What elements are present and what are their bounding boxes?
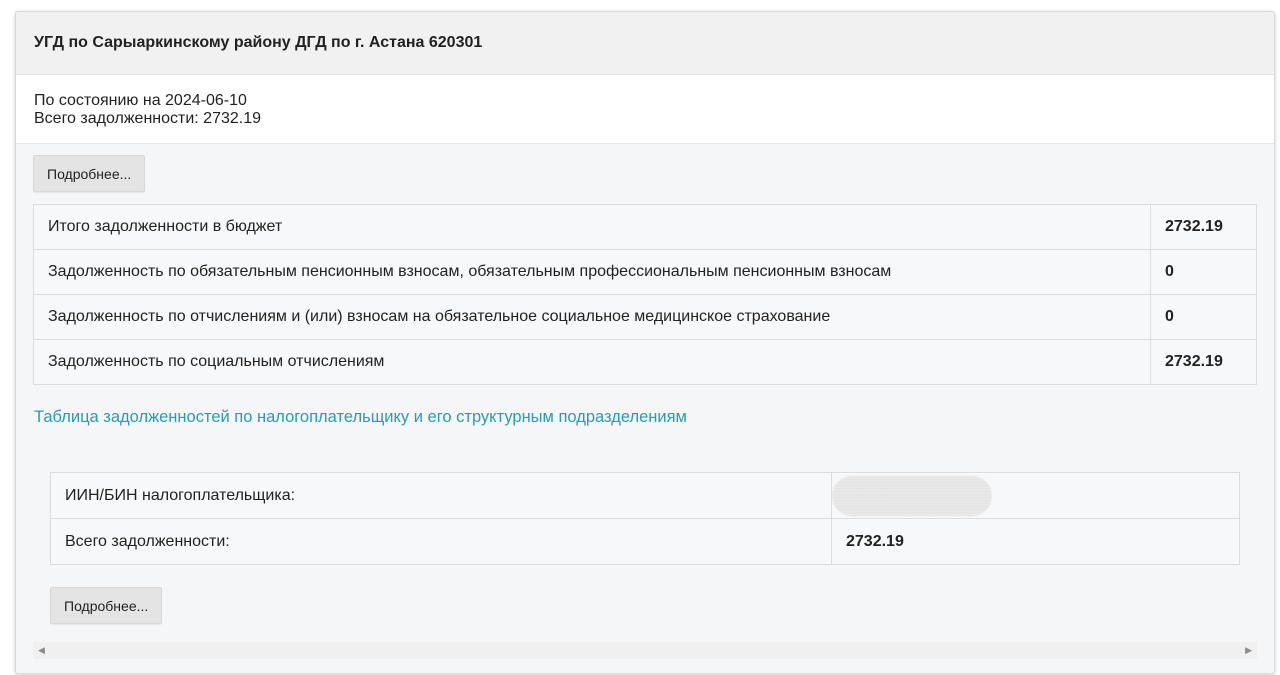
table-row: Всего задолженности: 2732.19: [50, 518, 1240, 565]
row-label: Задолженность по отчислениям и (или) взн…: [33, 294, 1151, 340]
row-label: Итого задолженности в бюджет: [33, 204, 1151, 250]
scroll-left-arrow-icon[interactable]: ◀: [38, 646, 45, 655]
total-label: Всего задолженности:: [50, 518, 832, 565]
row-label: Задолженность по обязательным пенсионным…: [33, 249, 1151, 295]
horizontal-scrollbar[interactable]: ◀ ▶: [33, 642, 1257, 659]
row-value: 2732.19: [1150, 204, 1257, 250]
status-date: По состоянию на 2024-06-10: [34, 92, 247, 109]
summary-table: Итого задолженности в бюджет 2732.19 Зад…: [33, 204, 1257, 385]
taxpayer-table: ИИН/БИН налогоплательщика: Всего задолже…: [50, 472, 1240, 565]
table-row: ИИН/БИН налогоплательщика:: [50, 472, 1240, 519]
table-row: Задолженность по социальным отчислениям …: [33, 339, 1257, 385]
total-debt-line: Всего задолженности: 2732.19: [34, 110, 262, 127]
office-title: УГД по Сарыаркинскому району ДГД по г. А…: [16, 12, 1274, 75]
total-value: 2732.19: [831, 518, 1240, 565]
structural-divisions-link[interactable]: Таблица задолженностей по налогоплательщ…: [34, 408, 687, 427]
row-label: Задолженность по социальным отчислениям: [33, 339, 1151, 385]
iin-label: ИИН/БИН налогоплательщика:: [50, 472, 832, 519]
row-value: 2732.19: [1150, 339, 1257, 385]
row-value: 0: [1150, 294, 1257, 340]
scroll-right-arrow-icon[interactable]: ▶: [1245, 646, 1252, 655]
table-row: Задолженность по отчислениям и (или) взн…: [33, 294, 1257, 340]
debt-card: УГД по Сарыаркинскому району ДГД по г. А…: [15, 11, 1275, 674]
debt-info: По состоянию на 2024-06-10 Всего задолже…: [16, 75, 1274, 144]
row-value: 0: [1150, 249, 1257, 295]
table-row: Задолженность по обязательным пенсионным…: [33, 249, 1257, 295]
redacted-iin: [832, 475, 992, 516]
table-row: Итого задолженности в бюджет 2732.19: [33, 204, 1257, 250]
details-button-bottom[interactable]: Подробнее...: [50, 587, 163, 624]
iin-value-cell: [831, 472, 1240, 519]
details-button-top[interactable]: Подробнее...: [33, 155, 146, 192]
